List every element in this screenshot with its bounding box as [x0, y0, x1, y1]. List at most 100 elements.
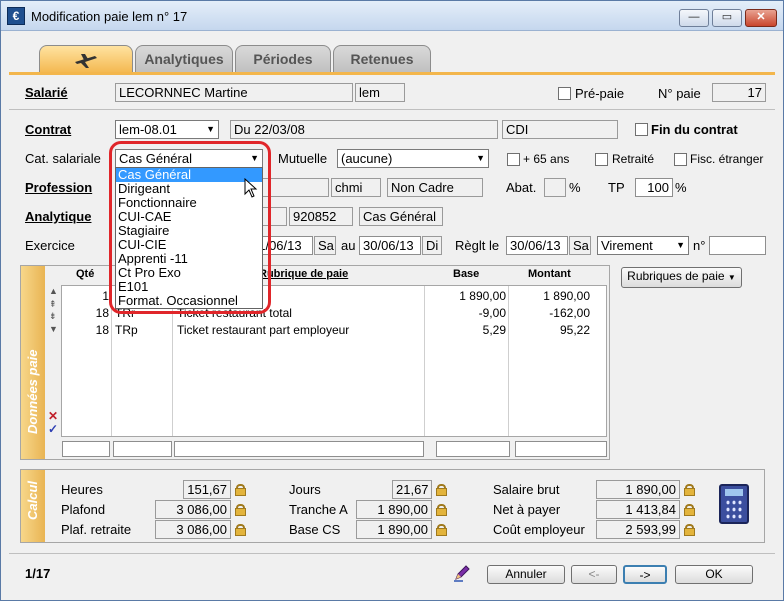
lock-icon[interactable] [436, 484, 447, 496]
move-down-icon[interactable]: ▼ [49, 324, 58, 334]
chevron-down-icon: ▼ [476, 153, 485, 163]
lock-icon[interactable] [436, 524, 447, 536]
chevron-down-icon: ▼ [206, 124, 215, 134]
row-montant: 95,22 [559, 323, 590, 337]
exercice-to-day: Di [422, 236, 442, 255]
mutuelle-value: (aucune) [341, 151, 393, 166]
ok-button[interactable]: OK [675, 565, 753, 584]
fin-contrat-label: Fin du contrat [651, 122, 738, 137]
col-header-qte: Qté [76, 268, 95, 280]
annuler-button[interactable]: Annuler [487, 565, 565, 584]
lock-icon[interactable] [684, 484, 695, 496]
mode-reglement-value: Virement [601, 238, 653, 253]
salaire-brut-label: Salaire brut [493, 482, 560, 497]
no-label: n° [693, 238, 706, 253]
profession-label: Profession [25, 180, 93, 195]
row-base: 5,29 [482, 323, 506, 337]
move-up-icon[interactable]: ▲ [49, 286, 58, 296]
maximize-button[interactable]: ▭ [712, 9, 742, 27]
prepaie-checkbox[interactable] [558, 87, 571, 100]
divider [9, 109, 775, 110]
fisc-etranger-label: Fisc. étranger [690, 152, 764, 166]
app-icon: € [7, 7, 25, 25]
fisc-etranger-checkbox[interactable] [674, 153, 687, 166]
move-last-icon[interactable]: ⇟ [49, 311, 57, 322]
num-paie-label: N° paie [658, 86, 701, 101]
tp-label: TP [608, 180, 625, 195]
plafond-field: 3 086,00 [155, 500, 231, 519]
calculator-keys [725, 499, 743, 520]
row-montant: -162,00 [549, 306, 590, 320]
tab-general[interactable] [39, 45, 133, 74]
abat-percent: % [569, 180, 581, 195]
lock-icon[interactable] [436, 504, 447, 516]
rubriques-paie-button[interactable]: Rubriques de paie ▼ [621, 267, 742, 288]
validate-row-icon[interactable]: ✓ [48, 422, 58, 436]
tab-retenues[interactable]: Retenues [333, 45, 431, 73]
abat-field[interactable] [544, 178, 566, 197]
delete-row-icon[interactable]: ✕ [48, 409, 58, 423]
contrat-label: Contrat [25, 122, 72, 137]
lock-icon[interactable] [684, 524, 695, 536]
page-indicator: 1/17 [25, 566, 51, 581]
mode-reglement-select[interactable]: Virement ▼ [597, 236, 689, 255]
new-code-input[interactable] [113, 441, 172, 457]
pencil-icon[interactable] [453, 564, 471, 582]
base-cs-label: Base CS [289, 522, 341, 537]
retraite-checkbox[interactable] [595, 153, 608, 166]
new-rubrique-input[interactable] [174, 441, 424, 457]
exercice-from-day: Sa [314, 236, 336, 255]
lock-icon[interactable] [684, 504, 695, 516]
next-button[interactable]: -> [623, 565, 667, 584]
plus65-label: + 65 ans [523, 152, 570, 166]
profession-statut-field: Non Cadre [387, 178, 483, 197]
close-button[interactable]: ✕ [745, 9, 777, 27]
salarie-code-field[interactable]: lem [355, 83, 405, 102]
new-montant-input[interactable] [515, 441, 607, 457]
new-base-input[interactable] [436, 441, 510, 457]
mutuelle-select[interactable]: (aucune) ▼ [337, 149, 489, 168]
plaf-retraite-field: 3 086,00 [155, 520, 231, 539]
minimize-button[interactable]: — [679, 9, 709, 27]
abat-label: Abat. [506, 180, 537, 195]
divider [9, 553, 775, 554]
plaf-retraite-label: Plaf. retraite [61, 522, 132, 537]
num-paie-field: 17 [712, 83, 766, 102]
tab-underline [9, 72, 775, 75]
lock-icon[interactable] [235, 484, 246, 496]
tab-analytiques[interactable]: Analytiques [135, 45, 233, 73]
lock-icon[interactable] [235, 524, 246, 536]
tp-field[interactable]: 100 [635, 178, 673, 197]
cout-employeur-field: 2 593,99 [596, 520, 680, 539]
exercice-to-field[interactable]: 30/06/13 [359, 236, 421, 255]
plus65-checkbox[interactable] [507, 153, 520, 166]
calculator-icon[interactable] [719, 484, 749, 524]
move-first-icon[interactable]: ⇞ [49, 299, 57, 310]
jours-field: 21,67 [392, 480, 432, 499]
salaire-brut-field: 1 890,00 [596, 480, 680, 499]
heures-field: 151,67 [183, 480, 231, 499]
lock-icon[interactable] [235, 504, 246, 516]
heures-label: Heures [61, 482, 103, 497]
au-label: au [341, 238, 356, 253]
donnees-paie-side: Données paie [21, 266, 45, 459]
contrat-select[interactable]: lem-08.01 ▼ [115, 120, 219, 139]
col-header-base: Base [453, 268, 480, 280]
row-qte: 18 [95, 323, 109, 337]
exercice-label: Exercice [25, 238, 75, 253]
chevron-down-icon: ▼ [676, 240, 685, 250]
calculator-screen [725, 489, 743, 496]
row-qte: 18 [95, 306, 109, 320]
contrat-select-value: lem-08.01 [119, 122, 177, 137]
reglt-date-field[interactable]: 30/06/13 [506, 236, 568, 255]
tab-periodes[interactable]: Périodes [235, 45, 331, 73]
previous-button[interactable]: <- [571, 565, 617, 584]
fin-contrat-checkbox[interactable] [635, 123, 648, 136]
title-bar[interactable]: € Modification paie lem n° 17 — ▭ ✕ [1, 1, 783, 31]
no-field[interactable] [709, 236, 766, 255]
new-qte-input[interactable] [62, 441, 110, 457]
salarie-name-field[interactable]: LECORNNEC Martine [115, 83, 353, 102]
retraite-label: Retraité [612, 152, 655, 166]
row-base: -9,00 [478, 306, 506, 320]
analytique-code-field: 920852 [289, 207, 353, 226]
